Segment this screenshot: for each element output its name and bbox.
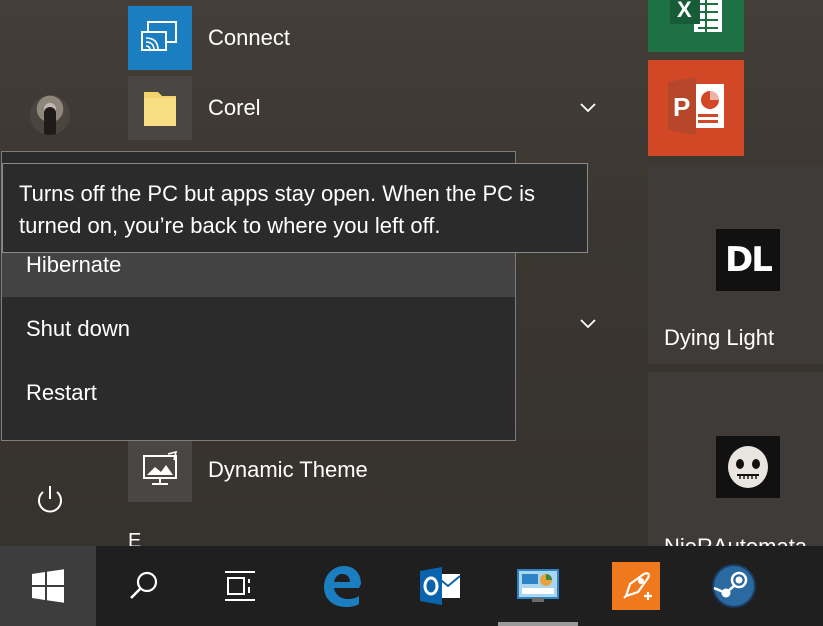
chevron-down-icon[interactable] [578, 100, 598, 114]
app-list-item-connect[interactable]: Connect [128, 6, 608, 70]
rocket-launcher-icon [612, 562, 660, 610]
control-panel-button[interactable] [490, 546, 586, 626]
search-icon [130, 571, 158, 599]
edge-icon [324, 566, 361, 607]
menu-item-restart[interactable]: Restart [2, 361, 515, 425]
tile-powerpoint[interactable]: P [648, 60, 744, 156]
edge-button[interactable] [294, 546, 390, 626]
tile-nier-automata[interactable]: NieRAutomata [648, 372, 823, 546]
tile-dying-light[interactable]: DL Dying Light [648, 165, 823, 364]
steam-button[interactable] [686, 546, 782, 626]
powerpoint-icon: P [668, 77, 724, 135]
dying-light-logo: DL [716, 229, 780, 291]
hibernate-tooltip: Turns off the PC but apps stay open. Whe… [2, 163, 588, 253]
control-panel-icon [517, 569, 559, 602]
active-app-indicator [498, 622, 578, 626]
excel-icon: X [670, 0, 722, 32]
task-view-icon [225, 571, 255, 601]
rocket-launcher-button[interactable] [588, 546, 684, 626]
power-button[interactable] [30, 480, 70, 520]
outlook-button[interactable] [392, 546, 488, 626]
windows-logo-icon [32, 569, 64, 603]
steam-icon [712, 564, 756, 608]
chevron-down-icon[interactable] [578, 316, 598, 330]
menu-item-shut-down[interactable]: Shut down [2, 297, 515, 361]
app-label: Dynamic Theme [208, 457, 368, 482]
app-label: Connect [208, 25, 290, 50]
search-button[interactable] [96, 546, 192, 626]
app-list-item-corel[interactable]: Corel [128, 76, 608, 140]
tile-label: Dying Light [664, 325, 775, 350]
svg-text:X: X [677, 0, 692, 22]
nier-automata-logo [716, 436, 780, 498]
task-view-button[interactable] [192, 546, 288, 626]
outlook-icon [420, 567, 461, 605]
power-icon [38, 486, 62, 513]
app-list-item-dynamic-theme[interactable]: Dynamic Theme [128, 438, 608, 502]
folder-icon [128, 76, 192, 140]
app-label: Corel [208, 95, 261, 120]
svg-text:P: P [673, 92, 690, 122]
tile-excel[interactable]: X [648, 0, 744, 52]
start-button[interactable] [0, 546, 96, 626]
tile-label: NieRAutomata [664, 534, 807, 546]
user-avatar[interactable] [30, 95, 70, 135]
taskbar [0, 546, 823, 626]
dynamic-theme-icon [128, 438, 192, 502]
cast-icon [128, 6, 192, 70]
